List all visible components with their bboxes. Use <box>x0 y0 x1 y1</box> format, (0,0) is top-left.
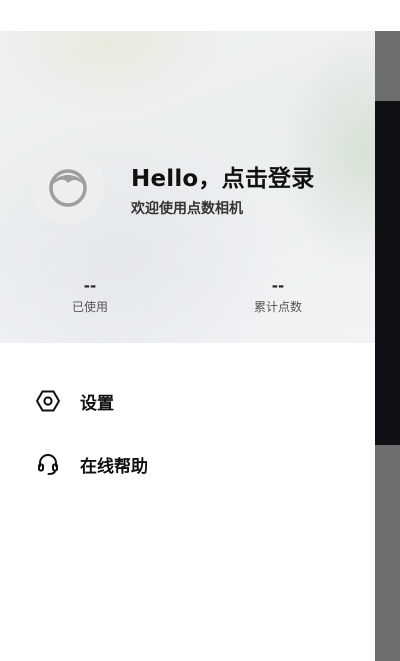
background-content-block <box>375 101 400 445</box>
stat-total-points-value: -- <box>271 277 285 295</box>
menu-item-settings[interactable]: 设置 <box>0 375 375 427</box>
navigation-drawer: Hello，点击登录 欢迎使用点数相机 -- 已使用 -- 累计点数 设置 在线… <box>0 31 375 661</box>
stat-used-label: 已使用 <box>71 300 108 314</box>
headset-icon <box>35 451 61 477</box>
stat-total-points: -- 累计点数 <box>218 277 338 315</box>
status-bar-area <box>0 0 375 31</box>
login-prompt-title[interactable]: Hello，点击登录 <box>131 159 314 193</box>
stat-total-points-label: 累计点数 <box>253 300 302 314</box>
hexagon-settings-icon <box>35 388 61 414</box>
drawer-header: Hello，点击登录 欢迎使用点数相机 -- 已使用 -- 累计点数 <box>0 31 375 343</box>
menu-item-online-help[interactable]: 在线帮助 <box>0 438 375 490</box>
stat-used-value: -- <box>83 277 97 295</box>
menu-item-online-help-label: 在线帮助 <box>80 456 148 477</box>
welcome-subtitle: 欢迎使用点数相机 <box>131 201 243 217</box>
background-status-strip <box>375 0 400 31</box>
stat-used: -- 已使用 <box>30 277 150 315</box>
background-app-scrim[interactable] <box>375 0 400 661</box>
app-screen: Hello，点击登录 欢迎使用点数相机 -- 已使用 -- 累计点数 设置 在线… <box>0 0 400 661</box>
default-user-avatar-icon <box>49 169 87 207</box>
menu-item-settings-label: 设置 <box>80 393 114 414</box>
avatar[interactable] <box>31 151 105 225</box>
